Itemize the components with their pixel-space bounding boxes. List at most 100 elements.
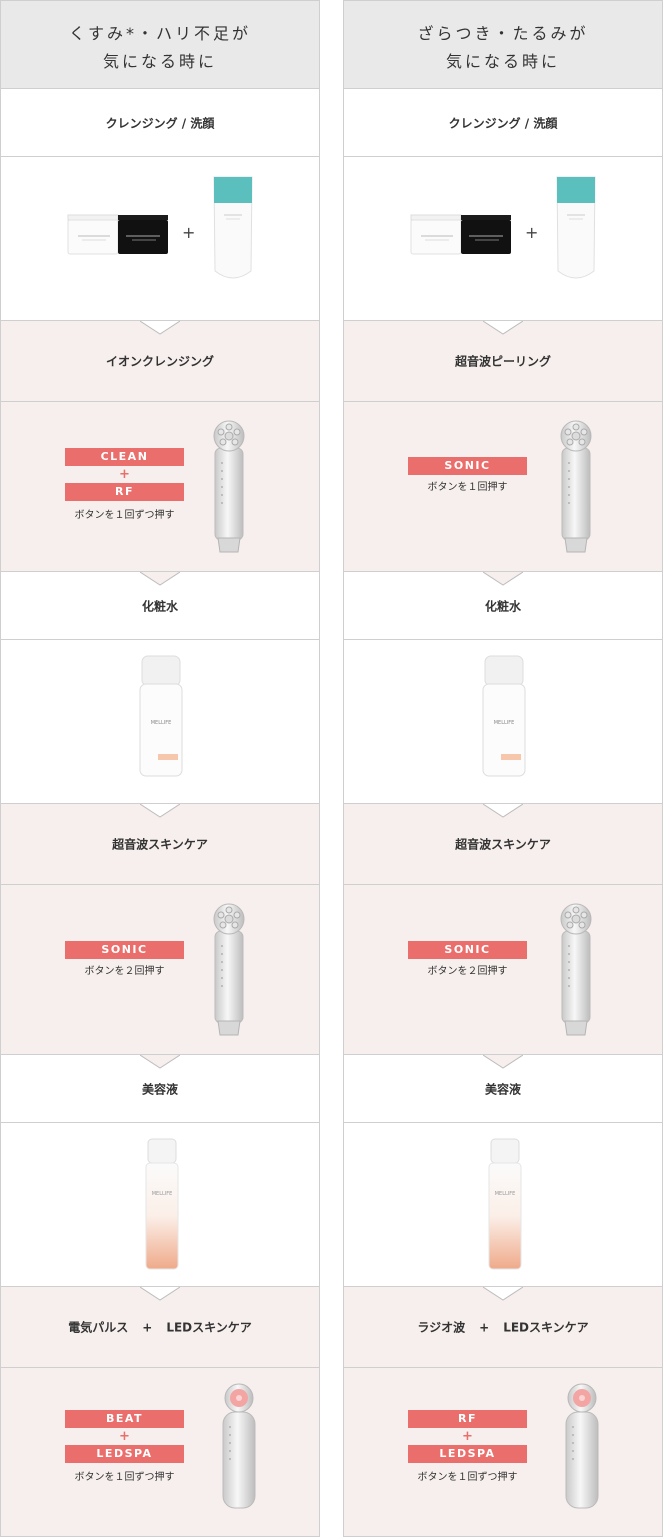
device-step-3-detail: BEAT + LEDSPA ボタンを１回ずつ押す — [0, 1368, 320, 1537]
plus-sign: + — [479, 1320, 490, 1335]
button-instruction: ボタンを１回押す — [427, 482, 508, 493]
mode-buttons: RF + LEDSPA ボタンを１回ずつ押す — [408, 1410, 527, 1483]
face-wash-tube-image — [556, 176, 596, 279]
lotion-label: 化粧水 — [141, 599, 178, 613]
cleanse-label: クレンジング / 洗顔 — [105, 116, 215, 130]
brand-text: MELLIFE — [495, 1191, 516, 1197]
device-step-1-row: 超音波ピーリング — [343, 321, 663, 402]
device-step-3-detail: RF + LEDSPA ボタンを１回ずつ押す — [343, 1368, 663, 1537]
serum-product-row: MELLIFE — [0, 1123, 320, 1287]
down-arrow-icon — [483, 572, 523, 586]
mode-name-a: ラジオ波 — [417, 1320, 466, 1335]
lotion-step-row: 化粧水 — [0, 572, 320, 640]
beauty-device-image — [560, 903, 592, 1036]
device-step-1-label: 超音波ピーリング — [454, 354, 551, 369]
device-step-2-detail: SONIC ボタンを２回押す — [343, 885, 663, 1055]
column-header: くすみ*・ハリ不足が 気になる時に — [0, 0, 320, 89]
device-step-3-label: ラジオ波 + LEDスキンケア — [343, 1319, 663, 1336]
lotion-step-row: 化粧水 — [343, 572, 663, 640]
brand-text: MELLIFE — [151, 720, 172, 726]
device-step-1-row: イオンクレンジング — [0, 321, 320, 402]
button-instruction: ボタンを２回押す — [427, 966, 508, 977]
down-arrow-icon — [483, 1287, 523, 1301]
down-arrow-icon — [140, 1055, 180, 1069]
plus-sign: + — [462, 1429, 473, 1444]
device-step-3-row: 電気パルス + LEDスキンケア — [0, 1287, 320, 1368]
brand-text: MELLIFE — [152, 1191, 173, 1197]
plus-sign: + — [525, 223, 539, 242]
mode-name-a: 電気パルス — [68, 1320, 129, 1335]
serum-bottle-image: MELLIFE — [145, 1138, 179, 1270]
mode-buttons: SONIC ボタンを２回押す — [65, 941, 184, 977]
down-arrow-icon — [140, 1287, 180, 1301]
beauty-device-image — [213, 420, 245, 553]
left-routine-column: くすみ*・ハリ不足が 気になる時に クレンジング / 洗顔 + イオンクレンジン… — [0, 0, 320, 1537]
mode-name-b: LEDスキンケア — [166, 1320, 252, 1335]
button-instruction: ボタンを１回ずつ押す — [417, 1472, 518, 1483]
mode-badge-ledspa: LEDSPA — [408, 1445, 527, 1463]
face-wash-tube-image — [213, 176, 253, 279]
plus-sign: + — [142, 1320, 153, 1335]
mode-buttons: BEAT + LEDSPA ボタンを１回ずつ押す — [65, 1410, 184, 1483]
lotion-product-row: MELLIFE — [343, 640, 663, 804]
cleanse-step-row: クレンジング / 洗顔 — [0, 89, 320, 157]
lotion-label: 化粧水 — [484, 599, 521, 613]
device-step-2-label: 超音波スキンケア — [455, 837, 551, 852]
down-arrow-icon — [483, 1055, 523, 1069]
cleanse-label: クレンジング / 洗顔 — [448, 116, 558, 130]
device-step-3-row: ラジオ波 + LEDスキンケア — [343, 1287, 663, 1368]
mode-badge-rf: RF — [408, 1410, 527, 1428]
lotion-bottle-image: MELLIFE — [482, 655, 526, 777]
device-step-2-row: 超音波スキンケア — [0, 804, 320, 885]
column-title: くすみ*・ハリ不足が 気になる時に — [68, 24, 251, 71]
right-routine-column: ざらつき・たるみが 気になる時に クレンジング / 洗顔 + 超音波ピーリング — [343, 0, 663, 1537]
mode-badge-beat: BEAT — [65, 1410, 184, 1428]
mode-buttons: SONIC ボタンを２回押す — [408, 941, 527, 977]
mode-badge-rf: RF — [65, 483, 184, 501]
plus-sign: + — [119, 467, 130, 482]
down-arrow-icon — [140, 804, 180, 818]
device-step-3-label: 電気パルス + LEDスキンケア — [0, 1319, 320, 1336]
column-header: ざらつき・たるみが 気になる時に — [343, 0, 663, 89]
balm-cleanse-jars-image — [67, 214, 168, 255]
down-arrow-icon — [483, 321, 523, 335]
column-title: ざらつき・たるみが 気になる時に — [417, 24, 589, 71]
serum-label: 美容液 — [484, 1082, 521, 1096]
serum-step-row: 美容液 — [0, 1055, 320, 1123]
brand-text: MELLIFE — [494, 720, 515, 726]
device-step-1-detail: CLEAN + RF ボタンを１回ずつ押す — [0, 402, 320, 572]
down-arrow-icon — [483, 804, 523, 818]
serum-product-row: MELLIFE — [343, 1123, 663, 1287]
balm-cleanse-jars-image — [410, 214, 511, 255]
device-step-1-detail: SONIC ボタンを１回押す — [343, 402, 663, 572]
device-step-1-label: イオンクレンジング — [105, 354, 214, 369]
device-step-2-label: 超音波スキンケア — [112, 837, 208, 852]
beauty-device-led-image — [565, 1383, 599, 1509]
plus-sign: + — [119, 1429, 130, 1444]
beauty-device-led-image — [222, 1383, 256, 1509]
lotion-product-row: MELLIFE — [0, 640, 320, 804]
serum-bottle-image: MELLIFE — [488, 1138, 522, 1270]
cleanse-step-row: クレンジング / 洗顔 — [343, 89, 663, 157]
button-instruction: ボタンを１回ずつ押す — [74, 510, 175, 521]
mode-buttons: CLEAN + RF ボタンを１回ずつ押す — [65, 448, 184, 521]
beauty-device-image — [560, 420, 592, 553]
mode-badge-ledspa: LEDSPA — [65, 1445, 184, 1463]
mode-badge-sonic: SONIC — [65, 941, 184, 959]
mode-buttons: SONIC ボタンを１回押す — [408, 457, 527, 493]
device-step-2-detail: SONIC ボタンを２回押す — [0, 885, 320, 1055]
plus-sign: + — [182, 223, 196, 242]
button-instruction: ボタンを２回押す — [84, 966, 165, 977]
down-arrow-icon — [140, 321, 180, 335]
down-arrow-icon — [140, 572, 180, 586]
serum-label: 美容液 — [141, 1082, 178, 1096]
mode-badge-sonic: SONIC — [408, 941, 527, 959]
beauty-device-image — [213, 903, 245, 1036]
serum-step-row: 美容液 — [343, 1055, 663, 1123]
lotion-bottle-image: MELLIFE — [139, 655, 183, 777]
cleanse-products-row: + — [0, 157, 320, 321]
button-instruction: ボタンを１回ずつ押す — [74, 1472, 175, 1483]
mode-badge-clean: CLEAN — [65, 448, 184, 466]
mode-badge-sonic: SONIC — [408, 457, 527, 475]
device-step-2-row: 超音波スキンケア — [343, 804, 663, 885]
